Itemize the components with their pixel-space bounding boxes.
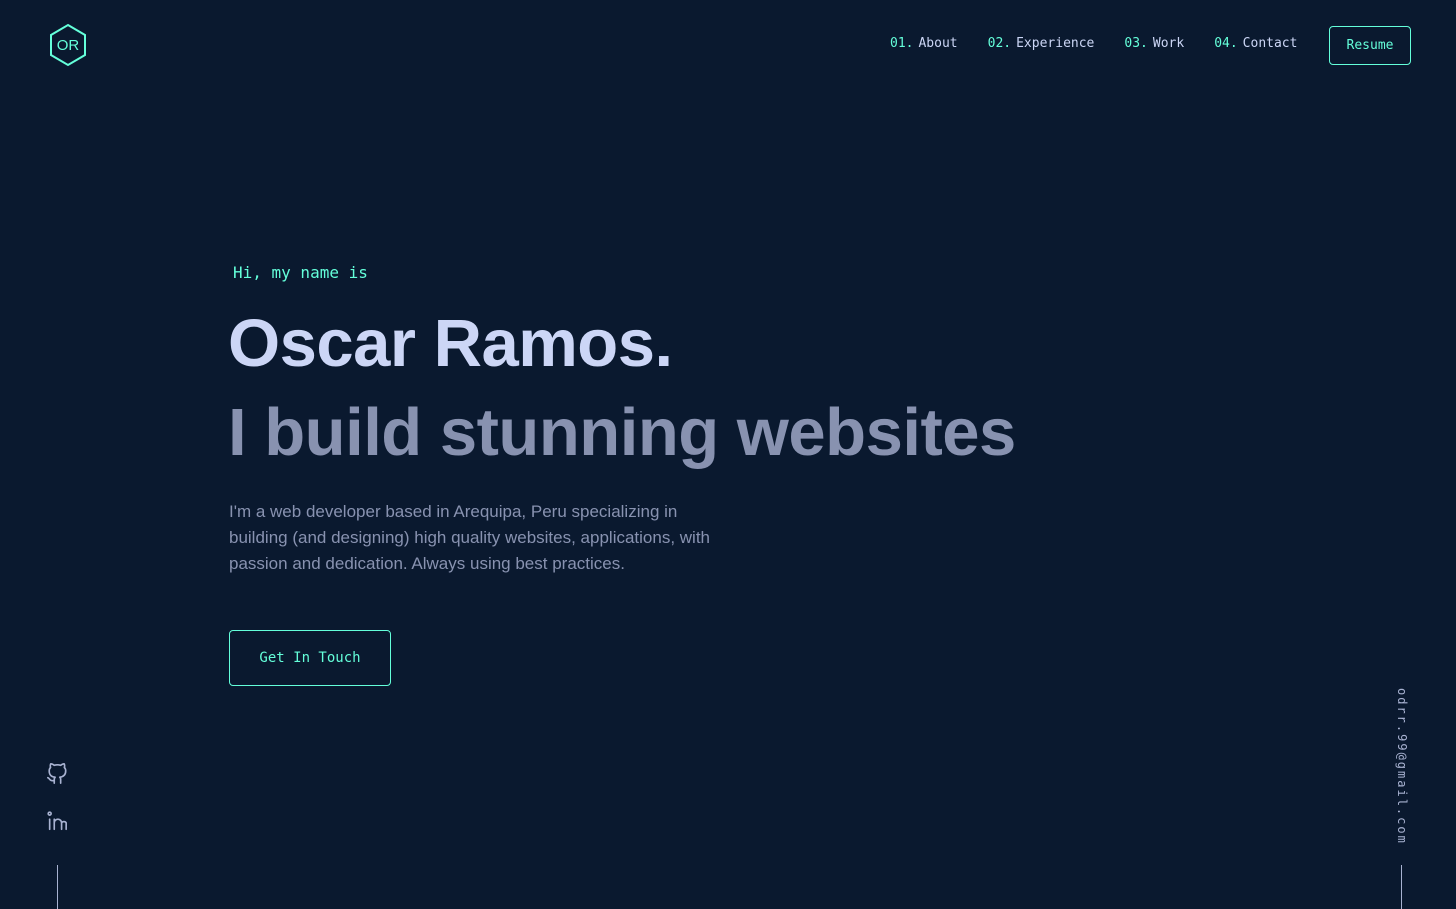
hexagon-icon: OR	[50, 23, 86, 67]
nav-item-number: 02.	[987, 36, 1012, 51]
resume-button[interactable]: Resume	[1329, 26, 1411, 65]
nav-item-work[interactable]: 03. Work	[1124, 36, 1184, 51]
linkedin-icon	[47, 811, 67, 831]
nav-item-number: 04.	[1214, 36, 1238, 51]
greeting-text: Hi, my name is	[233, 263, 368, 282]
right-rail-line	[1401, 865, 1402, 909]
hero-tagline: I build stunning websites	[228, 395, 1016, 470]
nav-item-number: 03.	[1124, 36, 1148, 51]
social-links	[46, 763, 68, 857]
github-icon	[47, 763, 67, 784]
get-in-touch-button[interactable]: Get In Touch	[229, 630, 391, 686]
nav-item-about[interactable]: 01. About	[890, 36, 958, 51]
github-link[interactable]	[46, 763, 68, 785]
logo-text: OR	[57, 37, 80, 54]
nav-item-number: 01.	[890, 36, 914, 51]
email-link[interactable]: odrr.99@gmail.com	[1395, 688, 1409, 845]
nav-item-contact[interactable]: 04. Contact	[1214, 36, 1297, 51]
nav-item-label: Experience	[1016, 36, 1095, 51]
nav-item-experience[interactable]: 02. Experience	[988, 36, 1095, 51]
left-rail-line	[57, 865, 58, 909]
main-nav: 01. About 02. Experience 03. Work 04. Contac…	[890, 36, 1327, 51]
nav-item-label: Work	[1152, 36, 1185, 51]
hero-description: I'm a web developer based in Arequipa, P…	[229, 502, 711, 573]
nav-item-label: About	[918, 36, 958, 51]
hero-name: Oscar Ramos.	[228, 306, 673, 381]
linkedin-link[interactable]	[46, 810, 68, 832]
logo[interactable]: OR	[48, 23, 88, 67]
nav-item-label: Contact	[1242, 36, 1298, 51]
